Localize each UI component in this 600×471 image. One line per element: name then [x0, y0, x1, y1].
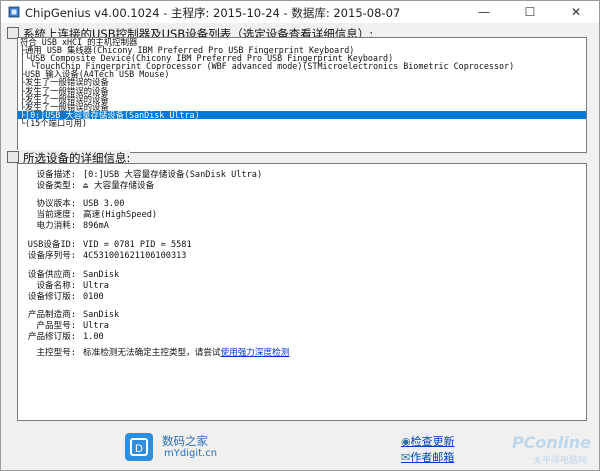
detail-row: 产品型号: Ultra — [18, 321, 578, 332]
footer: D 数码之家 mYdigit.cn ◉检查更新 ✉作者邮箱 PConline 太… — [1, 421, 599, 470]
detail-value: 896mA — [83, 221, 109, 231]
detail-value: 1.00 — [83, 332, 104, 342]
detail-label: 设备类型: — [36, 181, 76, 191]
controller-message: 标准检测无法确定主控类型，请尝试 — [83, 348, 221, 358]
detail-label: 产品型号: — [36, 321, 76, 331]
detail-value: VID = 0781 PID = 5581 — [83, 240, 192, 250]
device-tree-item[interactable]: ├[0:]USB 大容量存储设备(SanDisk Ultra) — [18, 111, 586, 119]
detail-label: 电力消耗: — [36, 221, 76, 231]
detail-value: 高速(HighSpeed) — [83, 210, 158, 220]
minimize-button[interactable]: — — [461, 1, 507, 23]
detail-row: 设备修订版: 0100 — [18, 292, 578, 303]
author-email-link[interactable]: ✉作者邮箱 — [401, 449, 454, 465]
maximize-button[interactable]: ☐ — [507, 1, 553, 23]
brand-name[interactable]: 数码之家 — [162, 433, 208, 449]
detail-label: 设备修订版: — [27, 292, 76, 302]
device-tree-item[interactable]: └(15个端口可用) — [18, 119, 586, 127]
detail-label: USB设备ID: — [27, 240, 76, 250]
detail-value: Ultra — [83, 281, 109, 291]
mydigit-logo-icon[interactable]: D — [125, 433, 153, 461]
mail-icon: ✉ — [401, 451, 411, 464]
detail-value: USB 3.00 — [83, 199, 125, 209]
brand-url[interactable]: mYdigit.cn — [164, 448, 217, 459]
controller-label: 主控型号: — [36, 348, 76, 358]
detail-value: 0100 — [83, 292, 104, 302]
detail-row: 设备描述: [0:]USB 大容量存储设备(SanDisk Ultra) — [18, 170, 578, 181]
detail-row: 当前速度: 高速(HighSpeed) — [18, 210, 578, 221]
check-update-label: 检查更新 — [410, 435, 455, 448]
detail-row: USB设备ID: VID = 0781 PID = 5581 — [18, 240, 578, 251]
author-email-label: 作者邮箱 — [410, 451, 455, 464]
device-tree-item-label: └(15个端口可用) — [20, 117, 88, 128]
detail-value: [0:]USB 大容量存储设备(SanDisk Ultra) — [83, 170, 263, 180]
detail-value: 4C531001621106100313 — [83, 251, 187, 261]
watermark-logo: PConline — [511, 433, 591, 452]
controller-text: 标准检测无法确定主控类型，请尝试使用强力深度检测 — [83, 348, 289, 359]
deep-detect-link[interactable]: 使用强力深度检测 — [221, 348, 290, 358]
detail-value: Ultra — [83, 321, 109, 331]
title-bar: ChipGenius v4.00.1024 - 主程序: 2015-10-24 … — [1, 1, 599, 23]
detail-value: SanDisk — [83, 270, 120, 280]
detail-label: 当前速度: — [36, 210, 76, 220]
detail-row: 设备类型: 大容量存储设备 ⏏ — [18, 181, 578, 192]
detail-row: 产品制造商: SanDisk — [18, 310, 578, 321]
detail-label: 产品修订版: — [27, 332, 76, 342]
detail-row: 电力消耗: 896mA — [18, 221, 578, 232]
drive-icon: ⏏ — [83, 181, 89, 191]
check-update-link[interactable]: ◉检查更新 — [401, 433, 455, 449]
detail-label: 设备供应商: — [27, 270, 76, 280]
detail-row: 设备名称: Ultra — [18, 281, 578, 292]
detail-value: SanDisk — [83, 310, 120, 320]
watermark-subtitle: 太平洋电脑网 — [532, 456, 587, 466]
window-title: ChipGenius v4.00.1024 - 主程序: 2015-10-24 … — [25, 6, 401, 20]
detail-row: 产品修订版: 1.00 — [18, 332, 578, 343]
controller-row: 主控型号: 标准检测无法确定主控类型，请尝试使用强力深度检测 — [18, 348, 578, 359]
detail-label: 设备序列号: — [27, 251, 76, 261]
detail-value: 大容量存储设备 — [94, 181, 155, 191]
detail-row: 协议版本: USB 3.00 — [18, 199, 578, 210]
detail-label: 设备描述: — [36, 170, 76, 180]
detail-row: 设备供应商: SanDisk — [18, 270, 578, 281]
detail-row: 设备序列号: 4C531001621106100313 — [18, 251, 578, 262]
close-button[interactable]: ✕ — [553, 1, 599, 23]
main-window: ChipGenius v4.00.1024 - 主程序: 2015-10-24 … — [0, 0, 600, 471]
details-panel: 设备描述: [0:]USB 大容量存储设备(SanDisk Ultra) 设备类型:… — [17, 163, 587, 421]
device-tree[interactable]: 符合 USB xHCI 的主机控制器 ├通用 USB 集线器(Chicony IB… — [17, 37, 587, 153]
app-icon — [8, 6, 20, 18]
details-icon — [7, 151, 19, 163]
detail-label: 设备名称: — [36, 281, 76, 291]
svg-text:D: D — [135, 443, 143, 455]
detail-label: 协议版本: — [36, 199, 76, 209]
globe-icon: ◉ — [401, 435, 411, 448]
detail-label: 产品制造商: — [27, 310, 76, 320]
